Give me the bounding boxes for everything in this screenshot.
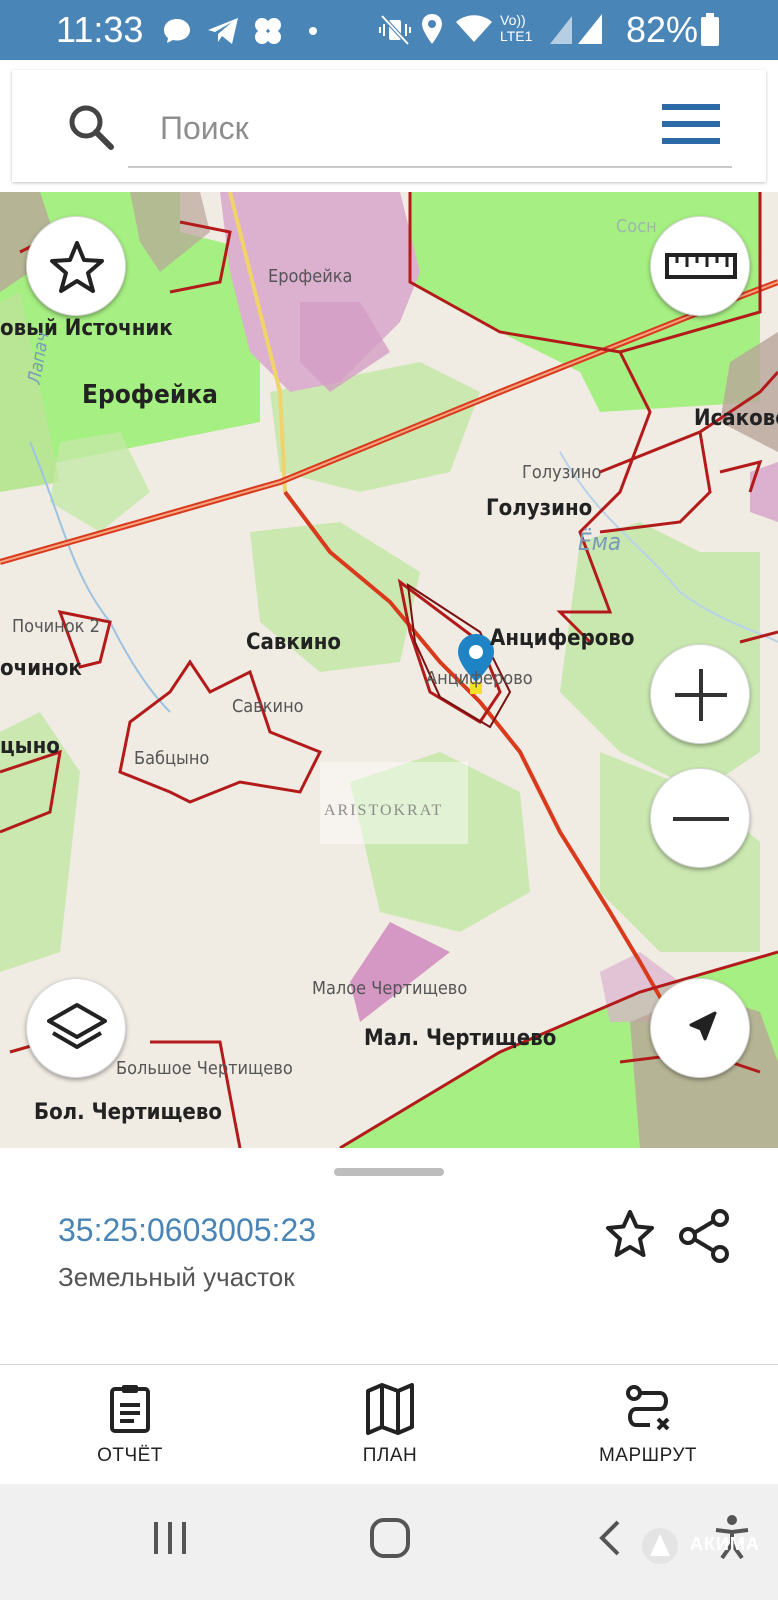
ruler-button[interactable]	[650, 216, 750, 316]
map-label: Бол. Чертищево	[34, 1100, 222, 1125]
nav-plan[interactable]: ПЛАН	[300, 1365, 480, 1485]
navigation-arrow-icon	[689, 1011, 717, 1041]
message-icon	[164, 19, 190, 43]
layers-button[interactable]	[26, 978, 126, 1078]
mute-vibrate-icon	[379, 14, 411, 46]
zoom-out-button[interactable]	[650, 768, 750, 868]
map-label: Анциферово	[426, 668, 533, 689]
map-label: Савкино	[232, 696, 304, 717]
favorites-button[interactable]	[26, 216, 126, 316]
ruler-icon	[665, 253, 737, 279]
status-time: 11:33	[56, 9, 144, 50]
plus-icon	[675, 669, 727, 721]
map-plan-icon	[366, 1383, 414, 1435]
map-label: Починок 2	[12, 616, 100, 637]
status-bar: 11:33 Vo)) LTE1 82%	[0, 0, 778, 60]
map-label: очинок	[0, 656, 82, 681]
telegram-icon	[208, 18, 238, 44]
akima-watermark-icon	[642, 1528, 678, 1564]
signal-icon	[550, 14, 602, 44]
battery-level: 82%	[626, 9, 699, 50]
map-label: Исаково	[694, 406, 778, 431]
map-label: овый Источник	[0, 316, 173, 341]
share-icon[interactable]	[674, 1206, 734, 1266]
add-favorite-icon[interactable]	[604, 1208, 656, 1260]
location-icon	[422, 14, 442, 44]
bottom-navigation: ОТЧЁТ ПЛАН МАРШРУТ	[0, 1364, 778, 1484]
map-label: Голузино	[486, 496, 593, 521]
object-info-panel: 35:25:0603005:23 Земельный участок	[0, 1148, 778, 1364]
route-icon	[626, 1385, 670, 1431]
map-label: Ерофейка	[82, 380, 218, 410]
map-label: Ерофейка	[268, 266, 353, 287]
network-type: Vo)) LTE1	[500, 12, 533, 44]
wifi-icon	[456, 15, 492, 42]
map-label: Ёма	[578, 528, 622, 556]
map-label: Мал. Чертищево	[364, 1026, 557, 1051]
zoom-in-button[interactable]	[650, 644, 750, 744]
search-bar	[12, 70, 766, 182]
recents-button[interactable]	[152, 1520, 188, 1556]
star-icon	[50, 241, 104, 293]
map-label: Анциферово	[490, 626, 635, 651]
dot-icon	[309, 27, 317, 35]
map-label: Бабцыно	[134, 748, 210, 769]
map-label: Малое Чертищево	[312, 978, 468, 999]
watermark-text: АКИМА	[690, 1534, 760, 1554]
map-view[interactable]: овый Источник Ерофейка Ерофейка Лапач Со…	[0, 192, 778, 1148]
drag-handle[interactable]	[334, 1168, 444, 1176]
my-location-button[interactable]	[650, 978, 750, 1078]
map-label: цыно	[0, 734, 60, 759]
map-label: Большое Чертищево	[116, 1058, 293, 1079]
cadastral-number[interactable]: 35:25:0603005:23	[58, 1212, 316, 1249]
map-label: Савкино	[246, 630, 341, 655]
system-navigation-bar: АКИМА	[0, 1484, 778, 1600]
search-input[interactable]	[128, 90, 732, 168]
nav-route[interactable]: МАРШРУТ	[558, 1365, 738, 1485]
back-button[interactable]	[594, 1518, 624, 1558]
hamburger-menu-icon[interactable]	[660, 100, 722, 148]
app-icon	[255, 18, 281, 44]
map-label: Голузино	[522, 462, 602, 483]
minus-icon	[673, 817, 729, 821]
object-type: Земельный участок	[58, 1262, 295, 1292]
home-button[interactable]	[368, 1516, 412, 1560]
watermark-logo: ARISTOKRAT	[320, 762, 468, 844]
battery-icon	[701, 13, 719, 46]
layers-icon	[47, 1003, 107, 1049]
search-icon[interactable]	[66, 102, 116, 152]
nav-report[interactable]: ОТЧЁТ	[40, 1365, 220, 1485]
report-icon	[110, 1385, 150, 1433]
